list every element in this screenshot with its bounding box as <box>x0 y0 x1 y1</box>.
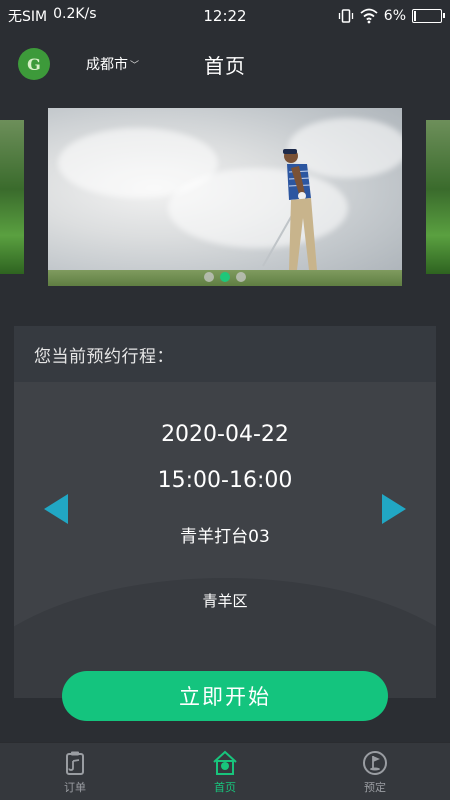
page-title: 首页 <box>204 54 246 78</box>
banner-slide-previous[interactable] <box>0 120 24 274</box>
booking-body: 2020-04-22 15:00-16:00 青羊打台03 青羊区 <box>14 382 436 698</box>
booking-bay: 青羊打台03 <box>180 527 270 547</box>
golf-flag-icon <box>363 750 387 775</box>
golfer-image <box>262 149 317 270</box>
booking-area: 青羊区 <box>202 592 248 610</box>
city-selector[interactable]: 成都市 ﹀ <box>86 54 139 74</box>
battery-level <box>414 11 416 21</box>
booking-card: 您当前预约行程： 2020-04-22 15:00-16:00 青羊打台03 青… <box>14 326 436 698</box>
battery-icon <box>412 9 445 23</box>
clipboard-icon <box>66 751 84 775</box>
status-left: 无SIM 0.2K/s <box>8 6 97 26</box>
home-icon <box>213 750 237 775</box>
start-now-button[interactable]: 立即开始 <box>62 671 388 721</box>
header: G 成都市 ﹀ 首页 <box>0 32 450 96</box>
booking-date: 2020-04-22 <box>161 422 289 447</box>
nav-item-booking[interactable]: 预定 <box>300 743 450 800</box>
chevron-down-icon: ﹀ <box>130 60 140 71</box>
booking-heading: 您当前预约行程： <box>14 326 436 382</box>
app-logo: G <box>18 48 50 80</box>
booking-time: 15:00-16:00 <box>157 468 293 493</box>
previous-arrow-icon[interactable] <box>44 494 68 524</box>
nav-label-orders: 订单 <box>64 780 86 794</box>
banner-slide-next[interactable] <box>426 120 450 274</box>
network-speed: 0.2K/s <box>53 6 97 22</box>
carousel-indicators <box>48 272 402 282</box>
nav-item-orders[interactable]: 订单 <box>0 743 150 800</box>
wifi-icon <box>360 8 378 24</box>
carousel-dot[interactable] <box>220 272 230 282</box>
status-right: 6% <box>338 8 445 24</box>
carrier-text: 无SIM <box>8 9 48 25</box>
city-label: 成都市 <box>86 57 128 73</box>
banner-slide-current[interactable] <box>48 108 402 286</box>
carousel-dot[interactable] <box>204 272 214 282</box>
battery-percent: 6% <box>383 8 406 24</box>
status-bar: 无SIM 0.2K/s 12:22 6% <box>0 0 450 32</box>
next-arrow-icon[interactable] <box>382 494 406 524</box>
nav-item-home[interactable]: 首页 <box>150 743 300 800</box>
vibrate-icon <box>338 9 353 23</box>
banner-carousel[interactable] <box>0 96 450 306</box>
nav-label-booking: 预定 <box>364 780 386 794</box>
carousel-dot[interactable] <box>236 272 246 282</box>
bottom-nav: 订单 首页 预定 <box>0 742 450 800</box>
nav-label-home: 首页 <box>214 780 236 794</box>
